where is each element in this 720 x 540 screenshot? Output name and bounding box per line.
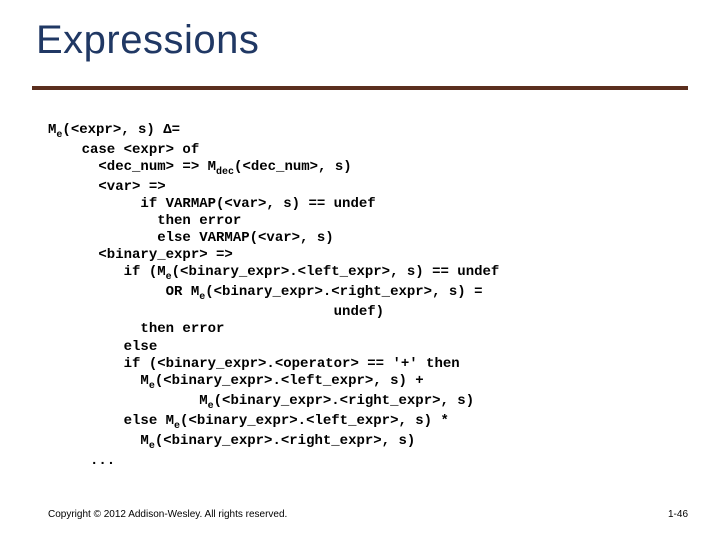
- code-line: (<binary_expr>.<right_expr>, s): [155, 433, 415, 449]
- slide-title: Expressions: [36, 18, 259, 63]
- code-line: <binary_expr> =>: [48, 247, 233, 263]
- code-line: case <expr> of: [48, 142, 199, 158]
- code-line: ...: [48, 453, 115, 469]
- code-line: if VARMAP(<var>, s) == undef: [48, 196, 376, 212]
- copyright: Copyright © 2012 Addison-Wesley. All rig…: [48, 509, 287, 520]
- code-block: Me(<expr>, s) Δ= case <expr> of <dec_num…: [48, 122, 684, 470]
- subscript-dec: dec: [216, 167, 234, 178]
- code-line: (<binary_expr>.<left_expr>, s) == undef: [172, 264, 500, 280]
- horizontal-rule: [32, 86, 688, 90]
- code-line: <dec_num> => M: [48, 159, 216, 175]
- code-line: (<binary_expr>.<right_expr>, s): [214, 393, 474, 409]
- code-line: OR M: [48, 284, 199, 300]
- code-line: (<expr>, s) Δ=: [62, 122, 180, 138]
- code-line: (<dec_num>, s): [234, 159, 352, 175]
- code-line: (<binary_expr>.<left_expr>, s) *: [180, 413, 449, 429]
- code-line: <var> =>: [48, 179, 166, 195]
- code-line: then error: [48, 321, 224, 337]
- code-line: if (<binary_expr>.<operator> == '+' then: [48, 356, 460, 372]
- code-line: else VARMAP(<var>, s): [48, 230, 334, 246]
- code-line: M: [48, 373, 149, 389]
- code-line: else M: [48, 413, 174, 429]
- page-number: 1-46: [668, 509, 688, 520]
- code-line: M: [48, 433, 149, 449]
- code-line: then error: [48, 213, 241, 229]
- code-line: (<binary_expr>.<left_expr>, s) +: [155, 373, 424, 389]
- code-line: M: [48, 393, 208, 409]
- slide: { "title": "Expressions", "code": { "l01…: [0, 0, 720, 540]
- code-line: undef): [48, 304, 384, 320]
- code-line: else: [48, 339, 157, 355]
- code-line: (<binary_expr>.<right_expr>, s) =: [205, 284, 482, 300]
- code-line: if (M: [48, 264, 166, 280]
